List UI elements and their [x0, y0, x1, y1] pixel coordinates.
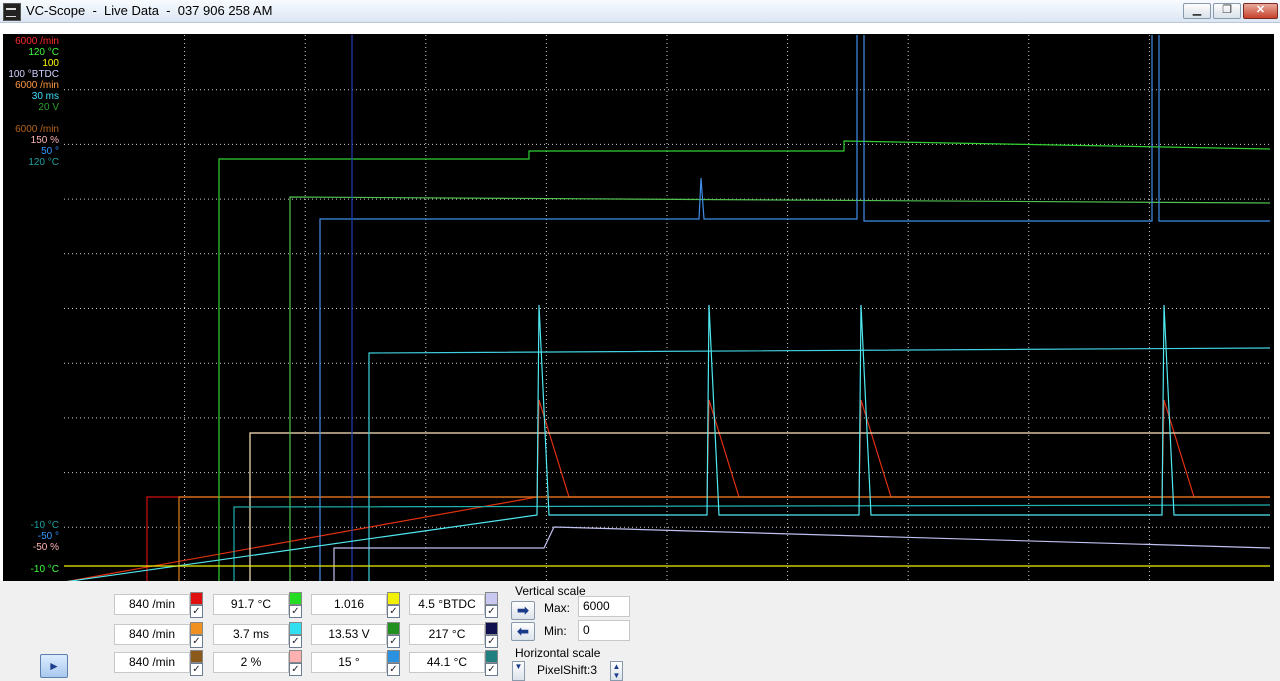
scope-display: 6000 /min 120 °C 100 100 °BTDC 6000 /min 30 m… [0, 23, 1280, 599]
max-label: Max: [544, 601, 571, 615]
channel-visible-checkbox[interactable]: ✓ [387, 663, 400, 676]
channel-visible-checkbox[interactable]: ✓ [387, 605, 400, 618]
maximize-button[interactable]: ❐ [1213, 3, 1241, 19]
channel-value: 217 °C [409, 624, 485, 645]
channel-visible-checkbox[interactable]: ✓ [289, 605, 302, 618]
channel-visible-checkbox[interactable]: ✓ [190, 663, 203, 676]
channel-visible-checkbox[interactable]: ✓ [289, 663, 302, 676]
trace-coolant [218, 140, 1270, 582]
channel-value: 15 ° [311, 652, 387, 673]
trace-timing [333, 526, 1270, 582]
channel-value: 840 /min [114, 624, 190, 645]
channel-color-swatch[interactable] [190, 592, 203, 605]
trace-injection [368, 347, 1270, 582]
axis-label-top: 50 ° [41, 146, 59, 157]
channel-visible-checkbox[interactable]: ✓ [485, 635, 498, 648]
control-panel: 840 /min ✓ 91.7 °C ✓ 1.016 ✓ 4.5 °BTDC ✓ 840 /mi… [0, 581, 1280, 681]
channel-value: 4.5 °BTDC [409, 594, 485, 615]
channel-visible-checkbox[interactable]: ✓ [387, 635, 400, 648]
channel-value: 1.016 [311, 594, 387, 615]
max-input[interactable]: 6000 [578, 596, 630, 617]
arrow-right-icon: ➡ [517, 602, 529, 618]
pixelshift-updown-button[interactable]: ▲ ▼ [610, 661, 623, 681]
close-button[interactable]: ✕ [1243, 3, 1278, 19]
axis-label-top: 6000 /min [15, 36, 59, 47]
channel-color-swatch[interactable] [485, 622, 498, 635]
trace-rpm [146, 496, 1270, 582]
min-input[interactable]: 0 [578, 620, 630, 641]
channel-value: 2 % [213, 652, 289, 673]
window-title: VC-Scope - Live Data - 037 906 258 AM [26, 3, 273, 18]
min-label: Min: [544, 624, 567, 638]
axis-label-top: 120 °C [28, 47, 59, 58]
horizontal-scale-title: Horizontal scale [515, 646, 601, 660]
axis-label-top: 150 % [30, 135, 59, 146]
channel-color-swatch[interactable] [190, 650, 203, 663]
channel-value: 840 /min [114, 594, 190, 615]
chevron-down-icon: ▼ [514, 662, 523, 671]
channel-color-swatch[interactable] [387, 592, 400, 605]
axis-label-bottom: -50 % [32, 542, 59, 553]
channel-value: 840 /min [114, 652, 190, 673]
scope-traces [64, 35, 1270, 582]
channel-color-swatch[interactable] [289, 650, 302, 663]
axis-label-top: 100 °BTDC [8, 69, 59, 80]
play-button[interactable]: ► [40, 654, 68, 678]
pixelshift-value: PixelShift:3 [537, 663, 598, 677]
channel-value: 3.7 ms [213, 624, 289, 645]
minimize-button[interactable]: ▁ [1183, 3, 1211, 19]
trace-voltage [289, 196, 1270, 582]
trace-advance [319, 35, 1270, 582]
channel-color-swatch[interactable] [289, 592, 302, 605]
trace-temp-light [249, 432, 1270, 582]
trace-rpm-2 [178, 496, 1270, 582]
app-icon [3, 3, 21, 21]
axis-label-top: 30 ms [31, 91, 59, 102]
channel-visible-checkbox[interactable]: ✓ [190, 605, 203, 618]
axis-label-top: 120 °C [28, 157, 59, 168]
channel-visible-checkbox[interactable]: ✓ [485, 605, 498, 618]
arrow-left-icon: ⬅ [517, 623, 529, 639]
channel-color-swatch[interactable] [190, 622, 203, 635]
axis-label-bottom: -10 °C [30, 520, 59, 531]
axis-label-top: 6000 /min [15, 80, 59, 91]
channel-color-swatch[interactable] [485, 592, 498, 605]
channel-value: 44.1 °C [409, 652, 485, 673]
channel-color-swatch[interactable] [289, 622, 302, 635]
channel-color-swatch[interactable] [485, 650, 498, 663]
axis-label-top: 20 V [38, 102, 59, 113]
axis-label-top: 6000 /min [15, 124, 59, 135]
channel-visible-checkbox[interactable]: ✓ [289, 635, 302, 648]
pixelshift-down-button[interactable]: ▼ [512, 661, 525, 681]
scale-up-button[interactable]: ➡ [511, 601, 535, 620]
title-bar: VC-Scope - Live Data - 037 906 258 AM ▁ … [0, 0, 1280, 23]
scale-down-button[interactable]: ⬅ [511, 622, 535, 641]
axis-label-bottom: -50 ° [37, 531, 59, 542]
channel-color-swatch[interactable] [387, 650, 400, 663]
channel-color-swatch[interactable] [387, 622, 400, 635]
axis-label-top: 100 [42, 58, 59, 69]
channel-value: 91.7 °C [213, 594, 289, 615]
axis-label-bottom: -10 °C [30, 564, 59, 575]
vertical-scale-title: Vertical scale [515, 584, 586, 598]
chevron-up-down-icon: ▲ ▼ [612, 662, 621, 680]
channel-visible-checkbox[interactable]: ✓ [485, 663, 498, 676]
channel-visible-checkbox[interactable]: ✓ [190, 635, 203, 648]
channel-value: 13.53 V [311, 624, 387, 645]
play-icon: ► [48, 659, 60, 673]
